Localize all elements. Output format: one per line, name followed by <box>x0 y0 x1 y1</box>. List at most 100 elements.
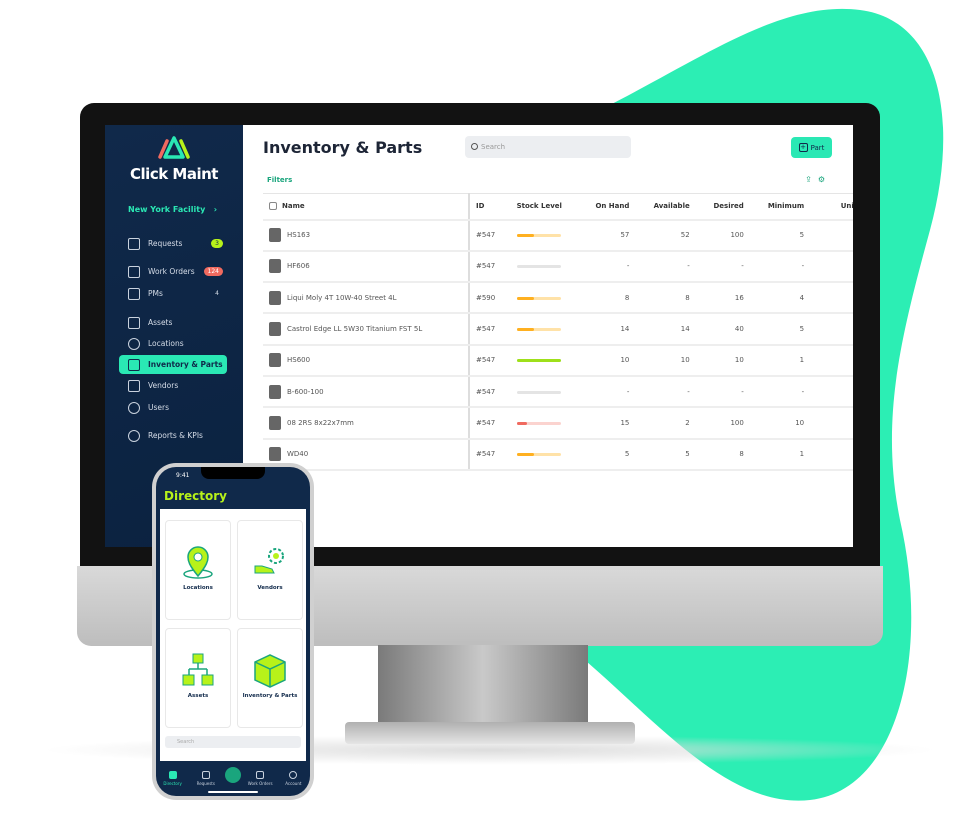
cell-stock-level <box>510 282 578 315</box>
vendor-gear-icon <box>254 548 284 574</box>
cell-unit-cost <box>810 375 853 409</box>
location-pin-icon <box>183 546 213 579</box>
card-inventory-parts[interactable]: Inventory & Parts <box>237 628 303 728</box>
nav-label: PMs <box>148 289 163 298</box>
column-available[interactable]: Available <box>635 193 696 221</box>
facility-name: New York Facility <box>128 205 206 214</box>
part-thumbnail <box>269 353 281 368</box>
card-vendors[interactable]: Vendors <box>237 520 303 620</box>
card-assets[interactable]: Assets <box>165 628 231 728</box>
cell-on-hand: 15 <box>577 407 636 440</box>
cell-available: 10 <box>635 344 696 377</box>
status-time: 9:41 <box>176 472 190 479</box>
checklist-icon <box>128 287 140 300</box>
tab-label: Work Orders <box>247 781 273 786</box>
table-row[interactable]: HS163 #547 57521005$12.00 <box>263 219 853 252</box>
stock-level-bar <box>516 390 561 394</box>
plus-icon: + <box>798 143 808 152</box>
card-label: Inventory & Parts <box>242 693 298 699</box>
table-row[interactable]: Castrol Edge LL 5W30 Titanium FST 5L #547… <box>263 313 853 346</box>
cell-available: - <box>635 375 696 409</box>
mobile-search-input[interactable]: Search <box>165 736 301 748</box>
box-icon <box>128 358 140 371</box>
cell-stock-level <box>510 219 578 252</box>
stock-level-bar <box>516 359 561 363</box>
table-tools: ⇪⚙ <box>805 175 831 184</box>
sidebar-item-requests[interactable]: Requests 3 <box>119 234 227 253</box>
account-icon <box>289 771 298 779</box>
facility-selector[interactable]: New York Facility › <box>105 205 243 214</box>
cell-id: #547 <box>468 219 511 252</box>
cell-name: HF606 <box>263 250 470 284</box>
part-thumbnail <box>269 384 281 399</box>
cell-name: B-600-100 <box>263 375 470 409</box>
column-name[interactable]: Name <box>263 193 470 221</box>
count-badge: 3 <box>211 239 223 248</box>
search-input[interactable]: Search <box>465 136 631 158</box>
cell-stock-level <box>510 313 578 346</box>
sidebar-item-users[interactable]: Users <box>119 398 227 417</box>
cell-name: Castrol Edge LL 5W30 Titanium FST 5L <box>263 313 470 346</box>
tab-directory[interactable]: Directory <box>159 771 187 786</box>
card-locations[interactable]: Locations <box>165 520 231 620</box>
table-row[interactable]: HS600#5471010101$2.00 <box>263 344 853 377</box>
nav-label: Reports & KPIs <box>148 431 203 440</box>
cell-minimum: 4 <box>749 282 811 315</box>
column-stock-level[interactable]: Stock Level <box>510 193 578 221</box>
cell-id: #547 <box>468 250 511 284</box>
card-label: Assets <box>187 693 209 699</box>
filters-button[interactable]: Filters <box>267 176 292 184</box>
stock-level-fill <box>516 359 561 363</box>
tab-work-orders[interactable]: Work Orders <box>246 771 274 786</box>
stock-level-fill <box>516 234 535 238</box>
cell-desired: - <box>695 375 750 409</box>
part-name: HS163 <box>287 231 311 240</box>
parts-table: Name ID Stock Level On Hand Available De… <box>263 193 853 471</box>
tab-label: Account <box>285 781 302 786</box>
vendor-icon <box>128 379 140 392</box>
column-minimum[interactable]: Minimum <box>749 193 811 221</box>
settings-gear-icon[interactable]: ⚙ <box>818 175 831 184</box>
sidebar-item-pms[interactable]: PMs 4 <box>119 284 227 303</box>
sidebar-item-locations[interactable]: Locations <box>119 334 227 353</box>
nav-label: Users <box>148 403 170 412</box>
sidebar-item-inventory-parts[interactable]: Inventory & Parts <box>119 355 227 374</box>
table-row[interactable]: B-600-100 #547- - - - <box>263 375 853 409</box>
select-all-checkbox[interactable] <box>269 202 277 211</box>
sidebar-item-vendors[interactable]: Vendors <box>119 376 227 395</box>
cell-desired: 100 <box>695 407 750 440</box>
tab-requests[interactable]: Requests <box>192 771 220 786</box>
table-row[interactable]: 08 2RS 8x22x7mm #547 15210010$12.00 <box>263 407 853 440</box>
column-on-hand[interactable]: On Hand <box>577 193 636 221</box>
nav-label: Work Orders <box>148 267 195 276</box>
cell-desired: 16 <box>695 282 750 315</box>
monitor-stand <box>378 645 588 727</box>
column-unit-cost[interactable]: Unit Cost <box>810 193 853 221</box>
count-badge: 124 <box>203 267 223 276</box>
cell-on-hand: 8 <box>577 282 636 315</box>
column-desired[interactable]: Desired <box>695 193 750 221</box>
click-maint-logo-icon <box>158 136 190 159</box>
table-row[interactable]: Liqui Moly 4T 10W-40 Street 4L#59088164$… <box>263 282 853 315</box>
cell-desired: 100 <box>695 219 750 252</box>
cell-name: HS163 <box>263 219 470 252</box>
monitor-base <box>345 722 635 744</box>
part-thumbnail <box>269 290 281 305</box>
cell-on-hand: - <box>577 375 636 409</box>
tab-account[interactable]: Account <box>279 771 307 786</box>
cell-available: - <box>635 250 696 284</box>
table-row[interactable]: HF606 #547- - - - <box>263 250 853 284</box>
column-id[interactable]: ID <box>468 193 511 221</box>
stock-level-fill <box>516 421 527 425</box>
table-row[interactable]: WD40#5475581$12.00 <box>263 438 853 471</box>
export-icon[interactable]: ⇪ <box>805 175 818 184</box>
cell-minimum: 1 <box>749 344 811 377</box>
sidebar-item-work-orders[interactable]: Work Orders 124 <box>119 262 227 281</box>
add-part-button[interactable]: + Part <box>791 137 832 158</box>
sidebar-item-assets[interactable]: Assets <box>119 313 227 332</box>
pie-chart-icon <box>128 429 140 442</box>
cell-stock-level <box>510 250 578 284</box>
scan-qr-button[interactable] <box>224 767 241 783</box>
cell-available: 2 <box>635 407 696 440</box>
sidebar-item-reports[interactable]: Reports & KPIs <box>119 426 227 445</box>
